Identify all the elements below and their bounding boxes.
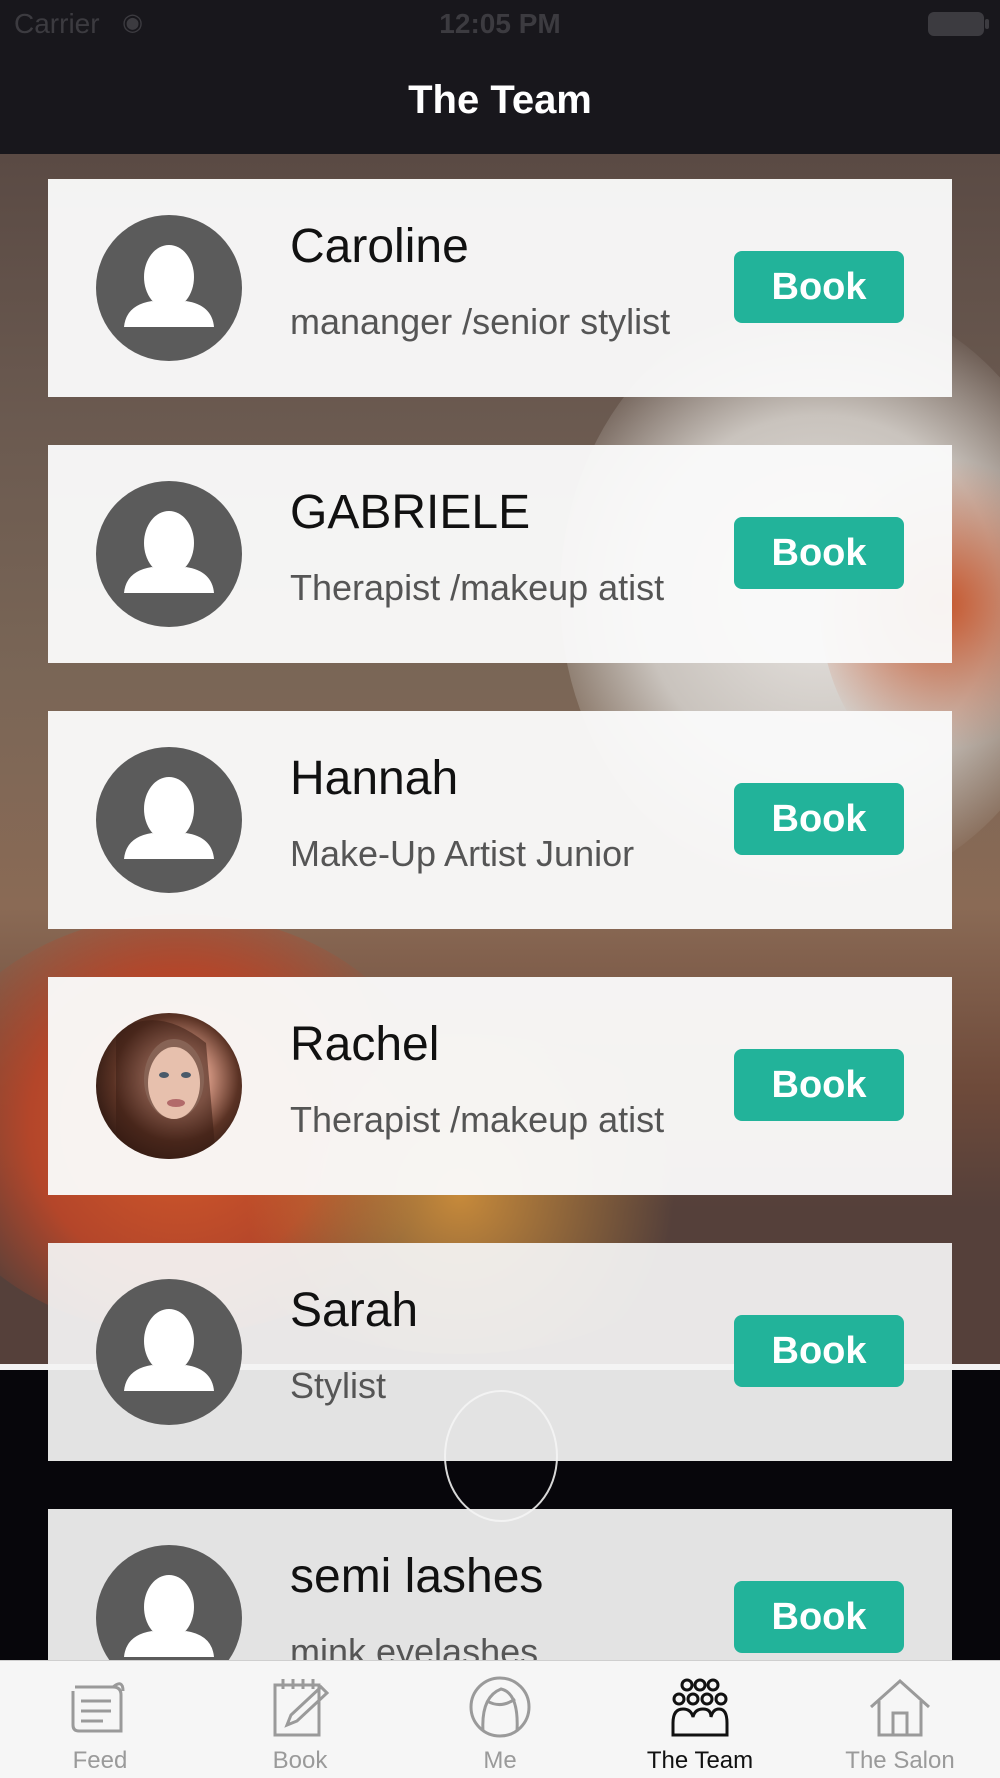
book-icon [273,1679,330,1737]
member-role: Stylist [290,1365,387,1406]
tab-the-team[interactable]: The Team [600,1661,800,1778]
tab-me[interactable]: Me [400,1661,600,1778]
member-name: semi lashes [290,1550,544,1603]
book-button[interactable]: Book [734,517,904,589]
member-role: Make-Up Artist Junior [290,833,635,874]
avatar-placeholder-icon [96,1545,242,1660]
member-name: Caroline [290,220,469,273]
team-member-card[interactable]: Hannah Make-Up Artist Junior Book [48,711,952,929]
team-member-card[interactable]: semi lashes mink eyelashes Book [48,1509,952,1660]
team-member-card[interactable]: Rachel Therapist /makeup atist Book [48,977,952,1195]
tab-the-salon[interactable]: The Salon [800,1661,1000,1778]
salon-icon [869,1678,931,1737]
book-button[interactable]: Book [734,1049,904,1121]
book-button[interactable]: Book [734,1315,904,1387]
team-list[interactable]: Caroline mananger /senior stylist Book G… [0,154,1000,1660]
member-role: mink eyelashes [290,1631,539,1660]
avatar-placeholder-icon [96,747,242,893]
page-title: The Team [408,78,592,122]
book-button[interactable]: Book [734,783,904,855]
member-photo [96,1013,242,1159]
tab-label: The Salon [845,1747,955,1774]
navigation-bar: The Team [0,48,1000,154]
feed-icon [71,1682,125,1733]
member-name: Sarah [290,1284,419,1337]
avatar-placeholder-icon [96,481,242,627]
member-name: GABRIELE [290,486,531,539]
tab-label: Book [272,1747,328,1774]
status-bar: Carrier ◉ 12:05 PM [0,0,1000,48]
tab-label: Feed [72,1747,128,1774]
member-role: Therapist /makeup atist [290,1099,665,1140]
tab-feed[interactable]: Feed [0,1661,200,1778]
status-time: 12:05 PM [439,8,561,39]
avatar-placeholder-icon [96,1279,242,1425]
battery-icon [928,12,989,36]
member-role: mananger /senior stylist [290,301,671,342]
tab-bar: Feed Book Me The Team The Salon [0,1660,1000,1778]
tab-label: Me [483,1747,517,1774]
tab-label: The Team [646,1747,754,1774]
member-name: Hannah [290,752,459,805]
tab-book[interactable]: Book [200,1661,400,1778]
book-button[interactable]: Book [734,1581,904,1653]
book-button[interactable]: Book [734,251,904,323]
team-icon [671,1678,729,1737]
team-member-card[interactable]: Caroline mananger /senior stylist Book [48,179,952,397]
member-name: Rachel [290,1018,440,1071]
team-member-card[interactable]: GABRIELE Therapist /makeup atist Book [48,445,952,663]
member-role: Therapist /makeup atist [290,567,665,608]
me-icon [469,1676,531,1738]
avatar-placeholder-icon [96,215,242,361]
team-member-card[interactable]: Sarah Stylist Book [48,1243,952,1461]
